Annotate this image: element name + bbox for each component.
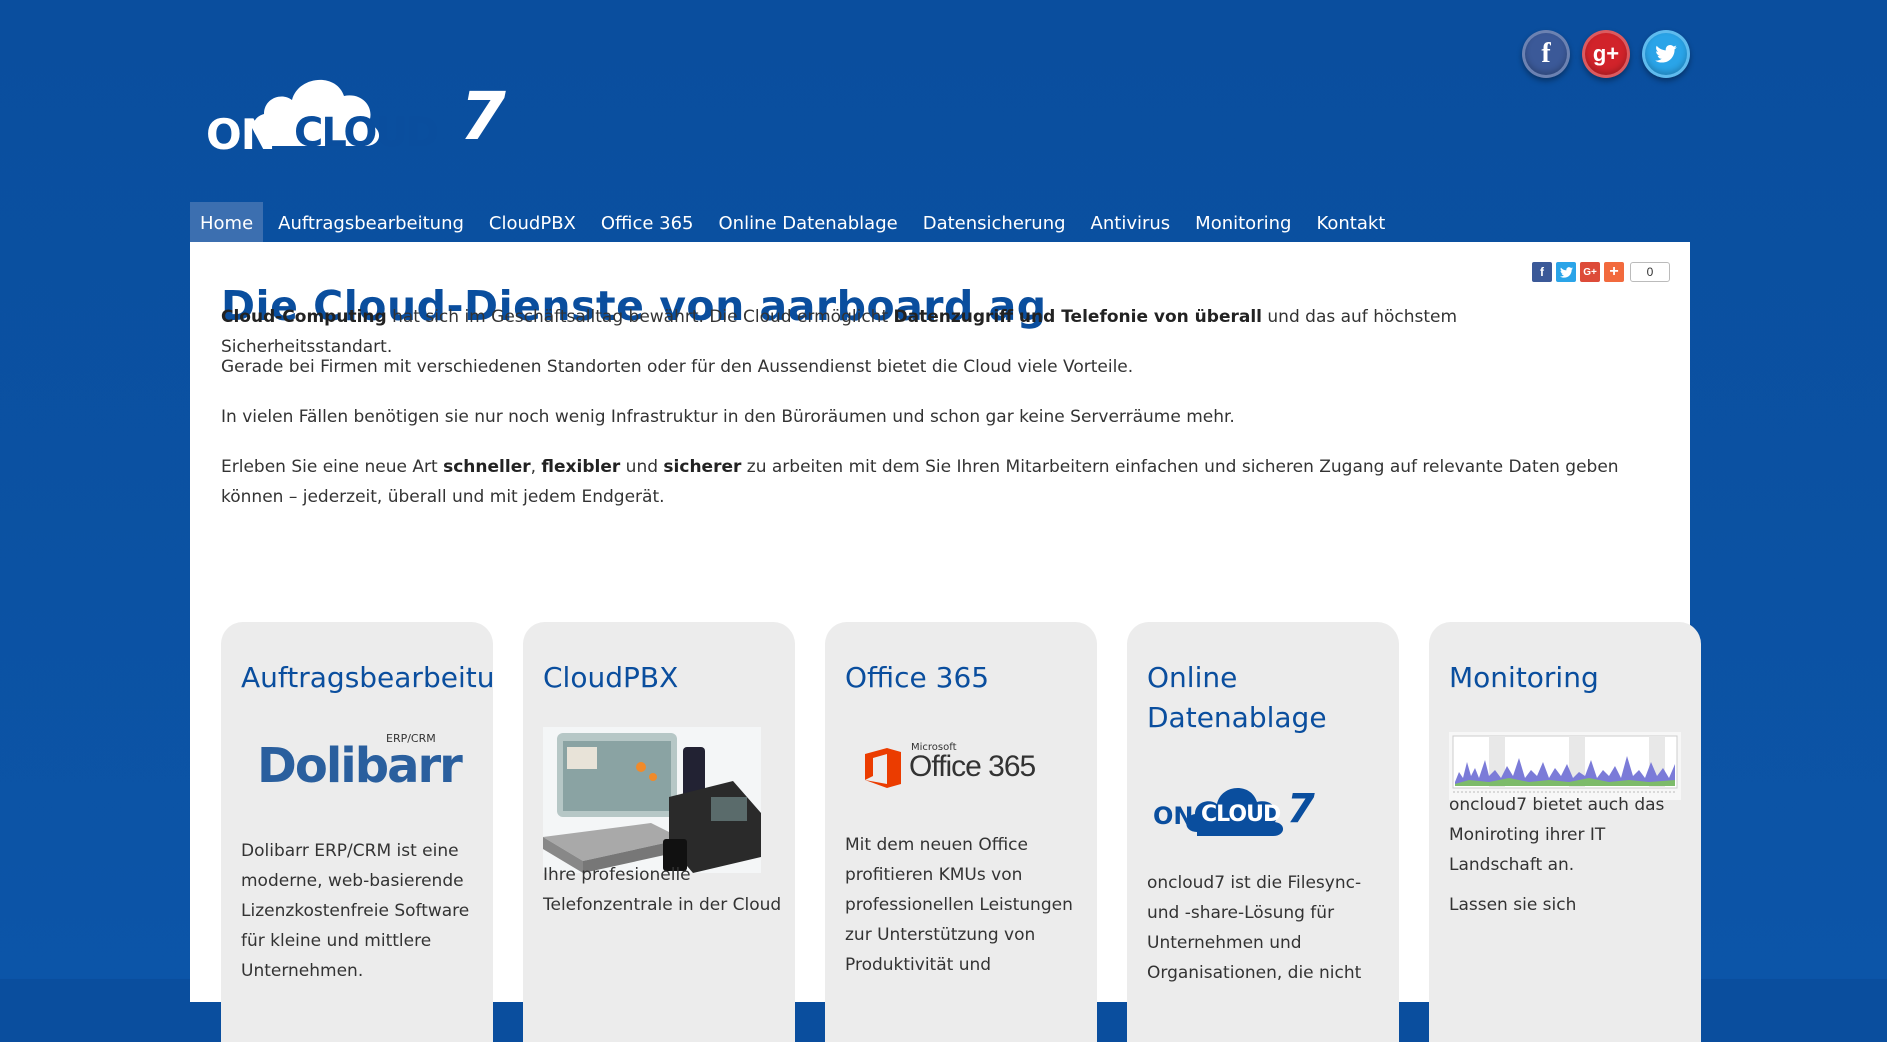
card-text-2: Lassen sie sich [1449, 895, 1577, 915]
nav-kontakt[interactable]: Kontakt [1306, 202, 1395, 242]
card-cloudpbx[interactable]: CloudPBX Ihre profesionelle Telefonzentr… [523, 622, 795, 1042]
p4-text-2: , [530, 457, 542, 477]
content-panel: f G+ + 0 Die Cloud-Dienste von aarboard … [190, 242, 1701, 1042]
share-more-icon[interactable]: + [1604, 262, 1624, 282]
card-office-365[interactable]: Office 365 Microsoft Office 365 Mit dem … [825, 622, 1097, 1042]
nav-office-365[interactable]: Office 365 [591, 202, 704, 242]
card-text: oncloud7 bietet auch das Moniroting ihre… [1449, 795, 1665, 875]
card-text: Mit dem neuen Office profitieren KMUs vo… [845, 835, 1073, 975]
card-text: oncloud7 ist die Filesync- und -share-Lö… [1147, 873, 1362, 983]
p1-text-1: hat sich im Geschäftsalltag bewährt. Die… [386, 307, 894, 327]
card-title[interactable]: CloudPBX [543, 658, 793, 698]
card-online-datenablage[interactable]: Online Datenablage ON CLOUD 7 oncloud7 i… [1127, 622, 1399, 1042]
nav-antivirus[interactable]: Antivirus [1081, 202, 1181, 242]
office-365-logo: Microsoft Office 365 [845, 742, 1045, 792]
p4-bold-schneller: schneller [443, 457, 531, 477]
google-plus-icon[interactable]: g+ [1582, 30, 1630, 78]
small-logo-cloud: CLOUD [1201, 802, 1281, 827]
oncloud7-small-logo: ON CLOUD 7 [1147, 772, 1317, 842]
nav-monitoring[interactable]: Monitoring [1185, 202, 1301, 242]
card-text: Dolibarr ERP/CRM ist eine moderne, web-b… [241, 841, 470, 981]
p4-bold-sicherer: sicherer [663, 457, 742, 477]
card-auftragsbearbeitung[interactable]: Auftragsbearbeitung ERP/CRM Dolibarr Dol… [221, 622, 493, 1042]
logo-seven: 7 [460, 78, 506, 155]
nav-home[interactable]: Home [190, 202, 264, 242]
office-logo-text: Office 365 [909, 750, 1036, 783]
card-monitoring[interactable]: Monitoring oncloud7 bietet auch das Moni… [1429, 622, 1701, 1042]
share-count: 0 [1630, 262, 1670, 282]
intro-paragraph-4: Erleben Sie eine neue Art schneller, fle… [221, 452, 1621, 512]
nav-auftragsbearbeitung[interactable]: Auftragsbearbeitung [268, 202, 474, 242]
share-google-plus-icon[interactable]: G+ [1580, 262, 1600, 282]
service-cards: Auftragsbearbeitung ERP/CRM Dolibarr Dol… [221, 622, 1701, 1042]
logo-cloud: CLOUD [294, 110, 439, 156]
card-text: Ihre profesionelle Telefonzentrale in de… [543, 865, 782, 915]
cloudpbx-image [543, 727, 761, 873]
nav-datensicherung[interactable]: Datensicherung [913, 202, 1076, 242]
small-logo-seven: 7 [1287, 786, 1315, 832]
nav-cloudpbx[interactable]: CloudPBX [479, 202, 586, 242]
card-title[interactable]: Auftragsbearbeitung [241, 658, 493, 698]
card-title[interactable]: Monitoring [1449, 658, 1699, 698]
facebook-icon[interactable]: f [1522, 30, 1570, 78]
office-icon [865, 748, 901, 788]
oncloud7-logo[interactable]: ON CLOUD 7 [198, 48, 518, 168]
nav-online-datenablage[interactable]: Online Datenablage [709, 202, 908, 242]
p4-bold-flexibler: flexibler [541, 457, 621, 477]
main-nav: Home Auftragsbearbeitung CloudPBX Office… [190, 202, 1400, 242]
twitter-icon[interactable] [1642, 30, 1690, 78]
dolibarr-logo-text: Dolibarr [257, 738, 463, 794]
p4-text-1: Erleben Sie eine neue Art [221, 457, 444, 477]
share-twitter-icon[interactable] [1556, 262, 1576, 282]
social-links: f g+ [1522, 30, 1690, 78]
share-bar: f G+ + 0 [1532, 262, 1670, 282]
card-title[interactable]: Office 365 [845, 658, 1095, 698]
p4-text-3: und [620, 457, 664, 477]
card-title[interactable]: Online Datenablage [1147, 658, 1397, 738]
intro-paragraph-2: Gerade bei Firmen mit verschiedenen Stan… [221, 357, 1134, 377]
dolibarr-logo: ERP/CRM Dolibarr [241, 732, 463, 794]
logo-on: ON [206, 110, 276, 159]
share-facebook-icon[interactable]: f [1532, 262, 1552, 282]
small-logo-on: ON [1153, 802, 1194, 830]
p1-bold-cloud-computing: Cloud-Computing [221, 307, 387, 327]
p1-bold-datenzugriff: Datenzugriff und Telefonie von überall [893, 307, 1262, 327]
intro-paragraph-3: In vielen Fällen benötigen sie nur noch … [221, 407, 1235, 427]
